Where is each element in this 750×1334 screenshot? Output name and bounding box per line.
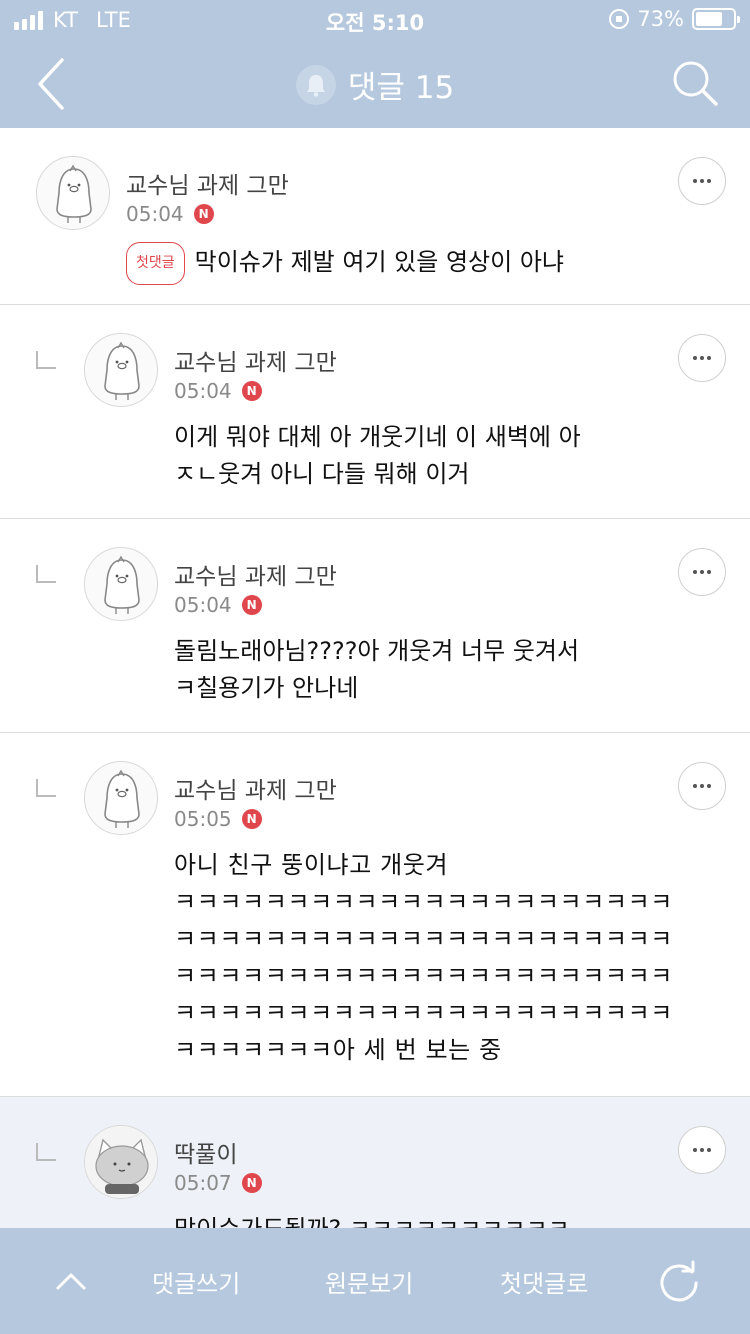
battery-fill (696, 12, 723, 26)
comment-time-row: 05:07 N (174, 1171, 262, 1195)
more-options-button[interactable] (678, 548, 726, 596)
avatar[interactable] (84, 547, 158, 621)
penguin-avatar-icon (104, 769, 140, 828)
comment-time: 05:04 (174, 379, 232, 403)
avatar[interactable] (36, 156, 110, 230)
more-dots-icon (693, 784, 697, 788)
comment-time-row: 05:05 N (174, 807, 262, 831)
comment-time: 05:04 (174, 593, 232, 617)
comment-text: 이게 뭐야 대체 아 개웃기네 이 새벽에 아 ㅈㄴ웃겨 아니 다들 뭐해 이거 (174, 423, 581, 488)
penguin-avatar-icon (56, 164, 92, 223)
comment-item: 교수님 과제 그만 05:05 N 아니 친구 뚱이냐고 개웃겨 ㅋㅋㅋㅋㅋㅋㅋ… (0, 733, 750, 1097)
more-dots-icon (693, 570, 697, 574)
comment-time: 05:07 (174, 1171, 232, 1195)
view-original-button[interactable]: 원문보기 (325, 1264, 413, 1299)
top-bar: KT LTE 오전 5:10 73% 댓글 15 (0, 0, 750, 128)
comment-item: 교수님 과제 그만 05:04 N 첫댓글 막이슈가 제발 여기 있을 영상이 아… (0, 128, 750, 305)
new-badge: N (193, 204, 214, 224)
comment-item: 딱풀이 05:07 N 막이슈가도될까? ㅋㅋㅋㅋㅋㅋㅋㅋㅋㅋ (0, 1097, 750, 1228)
avatar[interactable] (84, 1125, 158, 1199)
more-options-button[interactable] (678, 157, 726, 205)
new-badge: N (241, 381, 262, 401)
refresh-icon[interactable] (656, 1260, 702, 1306)
more-options-button[interactable] (678, 334, 726, 382)
page-title: 댓글 15 (347, 70, 455, 106)
comment-author: 교수님 과제 그만 (174, 778, 337, 804)
battery-icon (692, 8, 740, 30)
more-dots-icon (693, 179, 697, 183)
penguin-avatar-icon (104, 341, 140, 400)
header-title-group: 댓글 15 (0, 62, 750, 107)
new-badge: N (241, 1173, 262, 1193)
cat-avatar-icon (85, 1126, 157, 1198)
penguin-avatar-icon (104, 555, 140, 614)
comment-author: 교수님 과제 그만 (174, 564, 337, 590)
avatar[interactable] (84, 761, 158, 835)
comment-text-row: 첫댓글 막이슈가 제발 여기 있을 영상이 아냐 (126, 242, 564, 285)
reply-indicator-icon (36, 351, 56, 369)
comment-time-row: 05:04 N (174, 593, 262, 617)
chevron-up-icon[interactable] (54, 1266, 88, 1296)
more-dots-icon (693, 356, 697, 360)
comment-text: 막이슈가 제발 여기 있을 영상이 아냐 (194, 248, 564, 276)
comment-text: 막이슈가도될까? ㅋㅋㅋㅋㅋㅋㅋㅋㅋㅋ (174, 1211, 570, 1228)
comment-author: 딱풀이 (174, 1142, 238, 1168)
bell-icon[interactable] (295, 64, 336, 105)
write-comment-button[interactable]: 댓글쓰기 (152, 1264, 240, 1299)
status-right: 73% (609, 7, 740, 31)
new-badge: N (241, 595, 262, 615)
comment-author: 교수님 과제 그만 (174, 350, 337, 376)
comment-text: 돌림노래아님????아 개웃겨 너무 웃겨서 ㅋ칠용기가 안나네 (174, 637, 580, 702)
more-dots-icon (693, 1148, 697, 1152)
first-comment-badge: 첫댓글 (126, 242, 185, 285)
comment-item: 교수님 과제 그만 05:04 N 이게 뭐야 대체 아 개웃기네 이 새벽에 … (0, 305, 750, 519)
more-options-button[interactable] (678, 762, 726, 810)
reply-indicator-icon (36, 565, 56, 583)
reply-indicator-icon (36, 1143, 56, 1161)
search-icon[interactable] (670, 58, 720, 108)
comment-time-row: 05:04 N (174, 379, 262, 403)
comment-list: 교수님 과제 그만 05:04 N 첫댓글 막이슈가 제발 여기 있을 영상이 아… (0, 128, 750, 1228)
reply-indicator-icon (36, 779, 56, 797)
comment-time: 05:05 (174, 807, 232, 831)
comment-item: 교수님 과제 그만 05:04 N 돌림노래아님????아 개웃겨 너무 웃겨서… (0, 519, 750, 733)
more-options-button[interactable] (678, 1126, 726, 1174)
avatar[interactable] (84, 333, 158, 407)
comment-author: 교수님 과제 그만 (126, 173, 289, 199)
go-first-comment-button[interactable]: 첫댓글로 (500, 1264, 588, 1299)
battery-percent: 73% (637, 7, 684, 31)
status-bar: KT LTE 오전 5:10 73% (0, 0, 750, 40)
nav-bar: 댓글 15 (0, 40, 750, 128)
rotation-lock-icon (609, 9, 630, 29)
comment-time: 05:04 (126, 202, 184, 226)
new-badge: N (241, 809, 262, 829)
comment-time-row: 05:04 N (126, 202, 214, 226)
comment-text: 아니 친구 뚱이냐고 개웃겨 ㅋㅋㅋㅋㅋㅋㅋㅋㅋㅋㅋㅋㅋㅋㅋㅋㅋㅋㅋㅋㅋㅋ ㅋㅋ… (174, 851, 673, 1064)
bottom-toolbar: 댓글쓰기 원문보기 첫댓글로 (0, 1228, 750, 1334)
